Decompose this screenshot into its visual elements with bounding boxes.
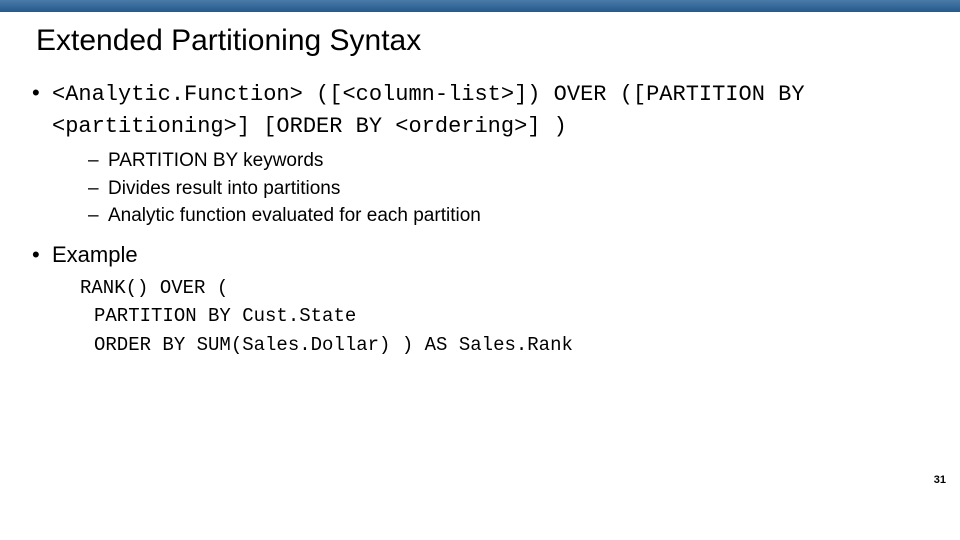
bullet-syntax: <Analytic.Function> ([<column-list>]) OV… <box>24 78 936 230</box>
slide-accent-bar <box>0 0 960 12</box>
example-line-1: RANK() OVER ( <box>80 274 936 303</box>
example-line-2: PARTITION BY Cust.State <box>80 302 936 331</box>
sub-bullet-list: PARTITION BY keywords Divides result int… <box>52 147 936 230</box>
sub-bullet-2: Divides result into partitions <box>52 175 936 203</box>
page-number: 31 <box>934 474 946 486</box>
example-heading: Example <box>52 242 138 267</box>
bullet-example: Example RANK() OVER ( PARTITION BY Cust.… <box>24 240 936 359</box>
syntax-line-1: <Analytic.Function> ([<column-list>]) OV… <box>52 82 805 107</box>
sub-bullet-3: Analytic function evaluated for each par… <box>52 202 936 230</box>
slide-title: Extended Partitioning Syntax <box>36 24 421 58</box>
sub-bullet-1: PARTITION BY keywords <box>52 147 936 175</box>
example-line-3: ORDER BY SUM(Sales.Dollar) ) AS Sales.Ra… <box>80 331 936 360</box>
syntax-line-2: <partitioning>] [ORDER BY <ordering>] ) <box>52 114 567 139</box>
bullet-list: <Analytic.Function> ([<column-list>]) OV… <box>24 78 936 359</box>
example-code-block: RANK() OVER ( PARTITION BY Cust.State OR… <box>80 274 936 360</box>
slide-body: <Analytic.Function> ([<column-list>]) OV… <box>24 78 936 363</box>
